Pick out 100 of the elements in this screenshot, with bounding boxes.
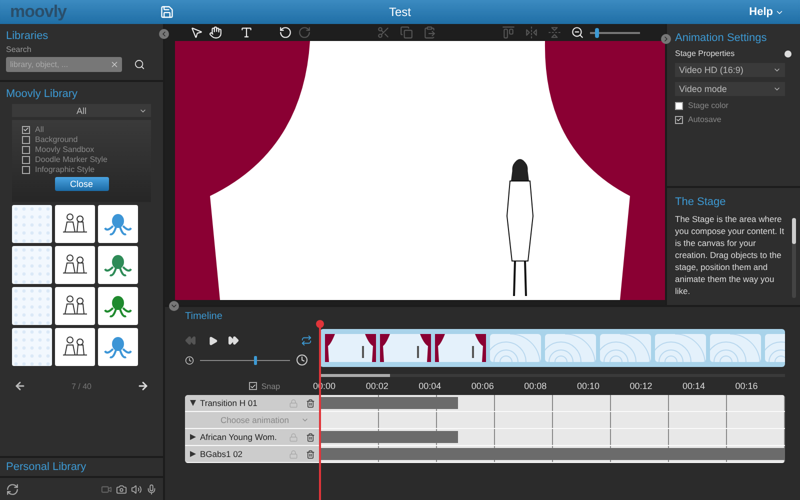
clip-bar[interactable] [321, 397, 458, 409]
collapse-panel-button[interactable] [661, 34, 671, 44]
empty-frame-thumbnail[interactable] [490, 334, 541, 362]
filter-dropdown[interactable]: All [12, 104, 151, 117]
arc-pattern-drawing [710, 334, 761, 362]
creature-thumbnail[interactable] [98, 287, 138, 325]
snap-label: Snap [261, 382, 280, 390]
fast-forward-icon[interactable] [228, 335, 239, 346]
microphone-icon[interactable] [146, 484, 157, 494]
time-tick-label: 00:10 [576, 381, 600, 391]
empty-frame-thumbnail[interactable] [655, 334, 706, 362]
close-button[interactable]: Close [54, 177, 108, 191]
clipart-thumbnail[interactable] [55, 246, 95, 284]
curtain-frame-thumbnail[interactable] [380, 334, 431, 362]
collapse-panel-button[interactable] [169, 301, 179, 311]
check-icon [676, 116, 682, 123]
refresh-icon[interactable] [6, 482, 19, 496]
previous-page-icon[interactable] [14, 380, 26, 392]
pattern-thumbnail[interactable] [12, 205, 52, 243]
help-menu[interactable]: Help [743, 5, 790, 19]
time-tick-label: 00:04 [418, 381, 442, 391]
category-checkbox[interactable] [22, 126, 30, 134]
category-label: Background [35, 135, 78, 144]
caret-icon [773, 66, 781, 74]
curtain-drawing [435, 334, 486, 362]
scrollbar-thumb[interactable] [792, 218, 796, 244]
zoom-out-icon[interactable] [571, 26, 584, 39]
delete-icon[interactable] [306, 450, 315, 458]
creature-thumbnail[interactable] [98, 205, 138, 243]
option-checkbox[interactable] [675, 116, 683, 124]
panel-heading: Timeline [185, 311, 224, 324]
option-label: Stage color [688, 101, 728, 110]
panel-heading: Personal Library [6, 461, 88, 473]
category-label: Infographic Style [35, 165, 95, 174]
play-icon[interactable] [208, 336, 218, 346]
delete-icon[interactable] [306, 398, 315, 408]
time-tick-label: 00:06 [470, 381, 495, 391]
hand-icon[interactable] [209, 26, 222, 39]
collapsed-triangle-icon[interactable] [190, 451, 196, 457]
curtain-frame-thumbnail[interactable] [435, 334, 486, 362]
check-icon [250, 382, 256, 390]
time-tick-label: 00:08 [523, 381, 548, 391]
delete-icon[interactable] [306, 432, 315, 442]
clipart-thumbnail[interactable] [55, 328, 95, 366]
arc-pattern-drawing [655, 334, 706, 362]
curtain-frame-thumbnail[interactable] [325, 334, 376, 362]
track-name: African Young Wom. [200, 432, 278, 442]
category-checkbox[interactable] [22, 146, 30, 154]
clip-bar[interactable] [321, 431, 458, 443]
clock-icon [296, 354, 308, 366]
category-checkbox[interactable] [22, 136, 30, 144]
save-icon[interactable] [160, 5, 174, 19]
time-tick-label: 00:02 [364, 381, 390, 391]
clear-icon[interactable] [110, 60, 119, 69]
category-checkbox[interactable] [22, 156, 30, 164]
creature-thumbnail[interactable] [98, 328, 138, 366]
loop-icon[interactable] [301, 335, 312, 346]
pattern-thumbnail[interactable] [12, 246, 52, 284]
document-title: Test [389, 5, 411, 19]
expanded-triangle-icon[interactable] [190, 400, 196, 406]
chevron-right-icon [662, 35, 670, 43]
collapse-panel-button[interactable] [159, 29, 169, 39]
text-tool-icon[interactable] [240, 26, 253, 39]
creature-thumbnail[interactable] [98, 246, 138, 284]
video-icon[interactable] [101, 484, 112, 494]
check-icon [23, 126, 29, 133]
empty-frame-thumbnail[interactable] [545, 334, 596, 362]
app-logo: moovly [10, 2, 68, 22]
help-text: The Stage is the area where you compose your content. It is the canvas for your creation. Drag objects to the stage, position them and animate them the way you like. [675, 213, 786, 297]
speaker-icon[interactable] [131, 484, 142, 494]
zoom-slider-thumb[interactable] [595, 28, 599, 38]
time-tick-label: 00:16 [734, 381, 759, 391]
pattern-thumbnail[interactable] [12, 287, 52, 325]
settings-dropdown[interactable]: Video HD (16:9) [675, 63, 785, 77]
settings-dropdown[interactable]: Video mode [675, 82, 785, 96]
speed-slider-thumb[interactable] [254, 356, 257, 364]
option-checkbox[interactable] [675, 102, 683, 110]
arc-pattern-drawing [600, 334, 651, 362]
clipart-thumbnail[interactable] [55, 287, 95, 325]
undo-icon[interactable] [279, 26, 292, 39]
next-page-icon[interactable] [136, 380, 149, 392]
section-label: Stage Properties [675, 49, 735, 58]
category-label: Doodle Marker Style [35, 155, 108, 164]
empty-frame-thumbnail[interactable] [710, 334, 761, 362]
clipart-thumbnail[interactable] [55, 205, 95, 243]
category-checkbox[interactable] [22, 166, 30, 174]
pattern-thumbnail[interactable] [12, 328, 52, 366]
curtain-drawing [325, 334, 376, 362]
snap-checkbox[interactable] [249, 382, 258, 390]
camera-icon[interactable] [116, 484, 127, 494]
search-label: Search [6, 45, 32, 54]
gear-icon[interactable] [784, 50, 792, 58]
pointer-icon[interactable] [190, 26, 203, 39]
scrollbar-thumb[interactable] [320, 374, 390, 377]
collapsed-triangle-icon[interactable] [190, 434, 196, 440]
time-tick-label: 00:12 [628, 381, 654, 391]
search-icon[interactable] [134, 59, 145, 70]
clock-icon [185, 356, 194, 364]
empty-frame-thumbnail[interactable] [600, 334, 651, 362]
curtain-drawing [380, 334, 431, 362]
